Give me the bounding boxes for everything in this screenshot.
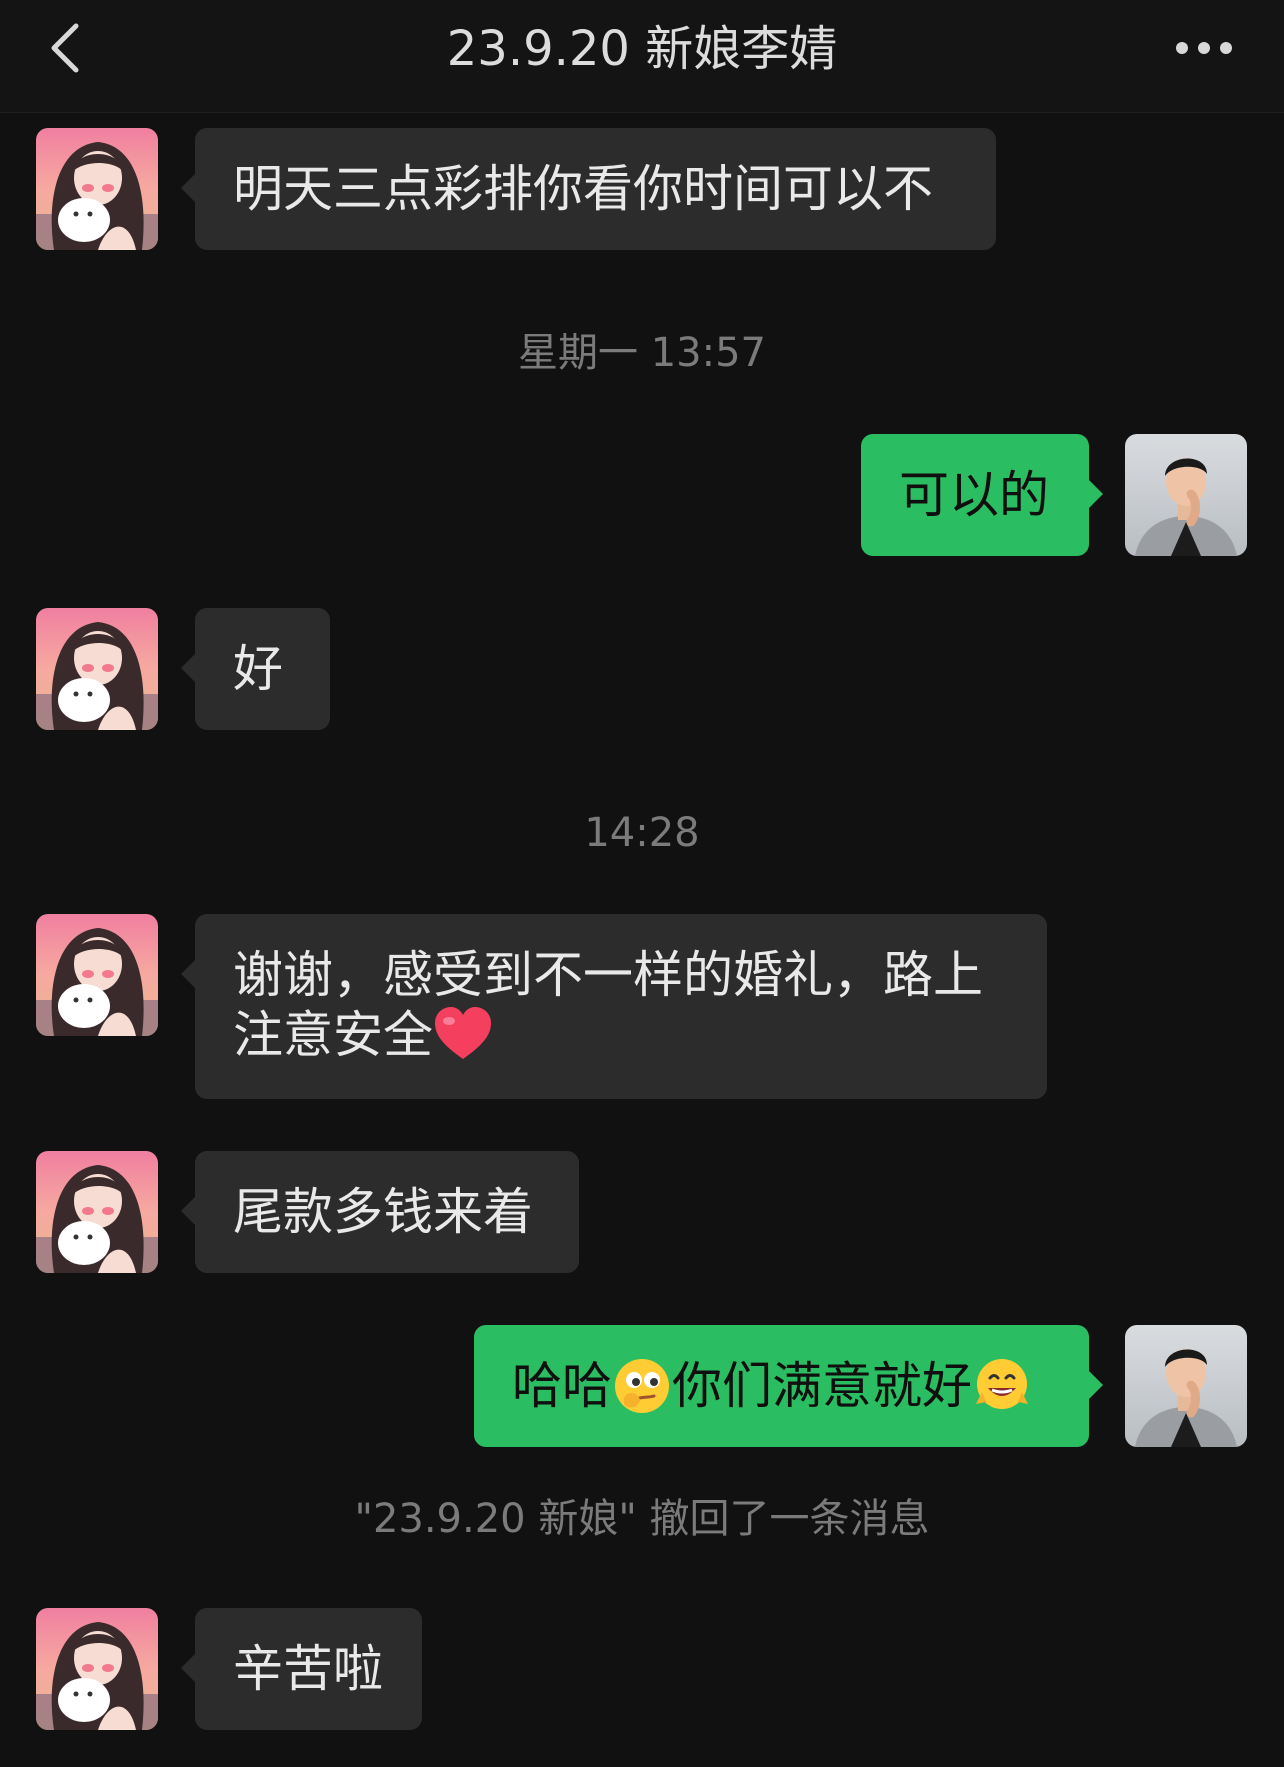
chat-header: 23.9.20 新娘李婧 bbox=[0, 0, 1284, 113]
bride-avatar[interactable] bbox=[36, 608, 158, 730]
thinking-face-emoji-icon bbox=[615, 1358, 669, 1413]
chat-title: 23.9.20 新娘李婧 bbox=[446, 21, 838, 77]
incoming-message[interactable]: 尾款多钱来着 bbox=[181, 1151, 579, 1273]
message-text: 辛苦啦 bbox=[233, 1640, 383, 1698]
recall-notice: "23.9.20 新娘" 撤回了一条消息 bbox=[354, 1496, 930, 1542]
bride-avatar[interactable] bbox=[36, 914, 158, 1036]
bride-avatar[interactable] bbox=[36, 128, 158, 250]
my-avatar[interactable] bbox=[1125, 1325, 1247, 1447]
message-text-part: 哈哈 bbox=[512, 1357, 612, 1415]
message-text: 好 bbox=[233, 640, 283, 698]
heart-emoji-icon bbox=[435, 1006, 491, 1059]
bride-avatar[interactable] bbox=[36, 1151, 158, 1273]
incoming-message[interactable]: 好 bbox=[181, 608, 330, 730]
message-text: 明天三点彩排你看你时间可以不 bbox=[233, 160, 933, 218]
incoming-message[interactable]: 明天三点彩排你看你时间可以不 bbox=[181, 128, 996, 250]
message-text-part: 注意安全 bbox=[233, 1006, 433, 1064]
incoming-message[interactable]: 谢谢，感受到不一样的婚礼，路上 注意安全 bbox=[181, 914, 1047, 1099]
message-text: 尾款多钱来着 bbox=[233, 1183, 533, 1241]
outgoing-message[interactable]: 哈哈 你们满意就好 bbox=[474, 1325, 1103, 1447]
more-horizontal-icon bbox=[1176, 42, 1232, 54]
happy-face-emoji-icon bbox=[976, 1358, 1028, 1409]
message-text: 可以的 bbox=[899, 466, 1049, 524]
incoming-message[interactable]: 辛苦啦 bbox=[181, 1608, 422, 1730]
my-avatar[interactable] bbox=[1125, 434, 1247, 556]
message-text-part: 你们满意就好 bbox=[672, 1357, 972, 1415]
timestamp: 14:28 bbox=[584, 810, 700, 856]
timestamp: 星期一 13:57 bbox=[518, 330, 766, 376]
outgoing-message[interactable]: 可以的 bbox=[861, 434, 1103, 556]
bride-avatar[interactable] bbox=[36, 1608, 158, 1730]
message-text-line: 谢谢，感受到不一样的婚礼，路上 bbox=[233, 946, 983, 1004]
more-options-button[interactable] bbox=[1164, 20, 1244, 76]
message-text-line: 注意安全 bbox=[233, 1005, 1009, 1065]
